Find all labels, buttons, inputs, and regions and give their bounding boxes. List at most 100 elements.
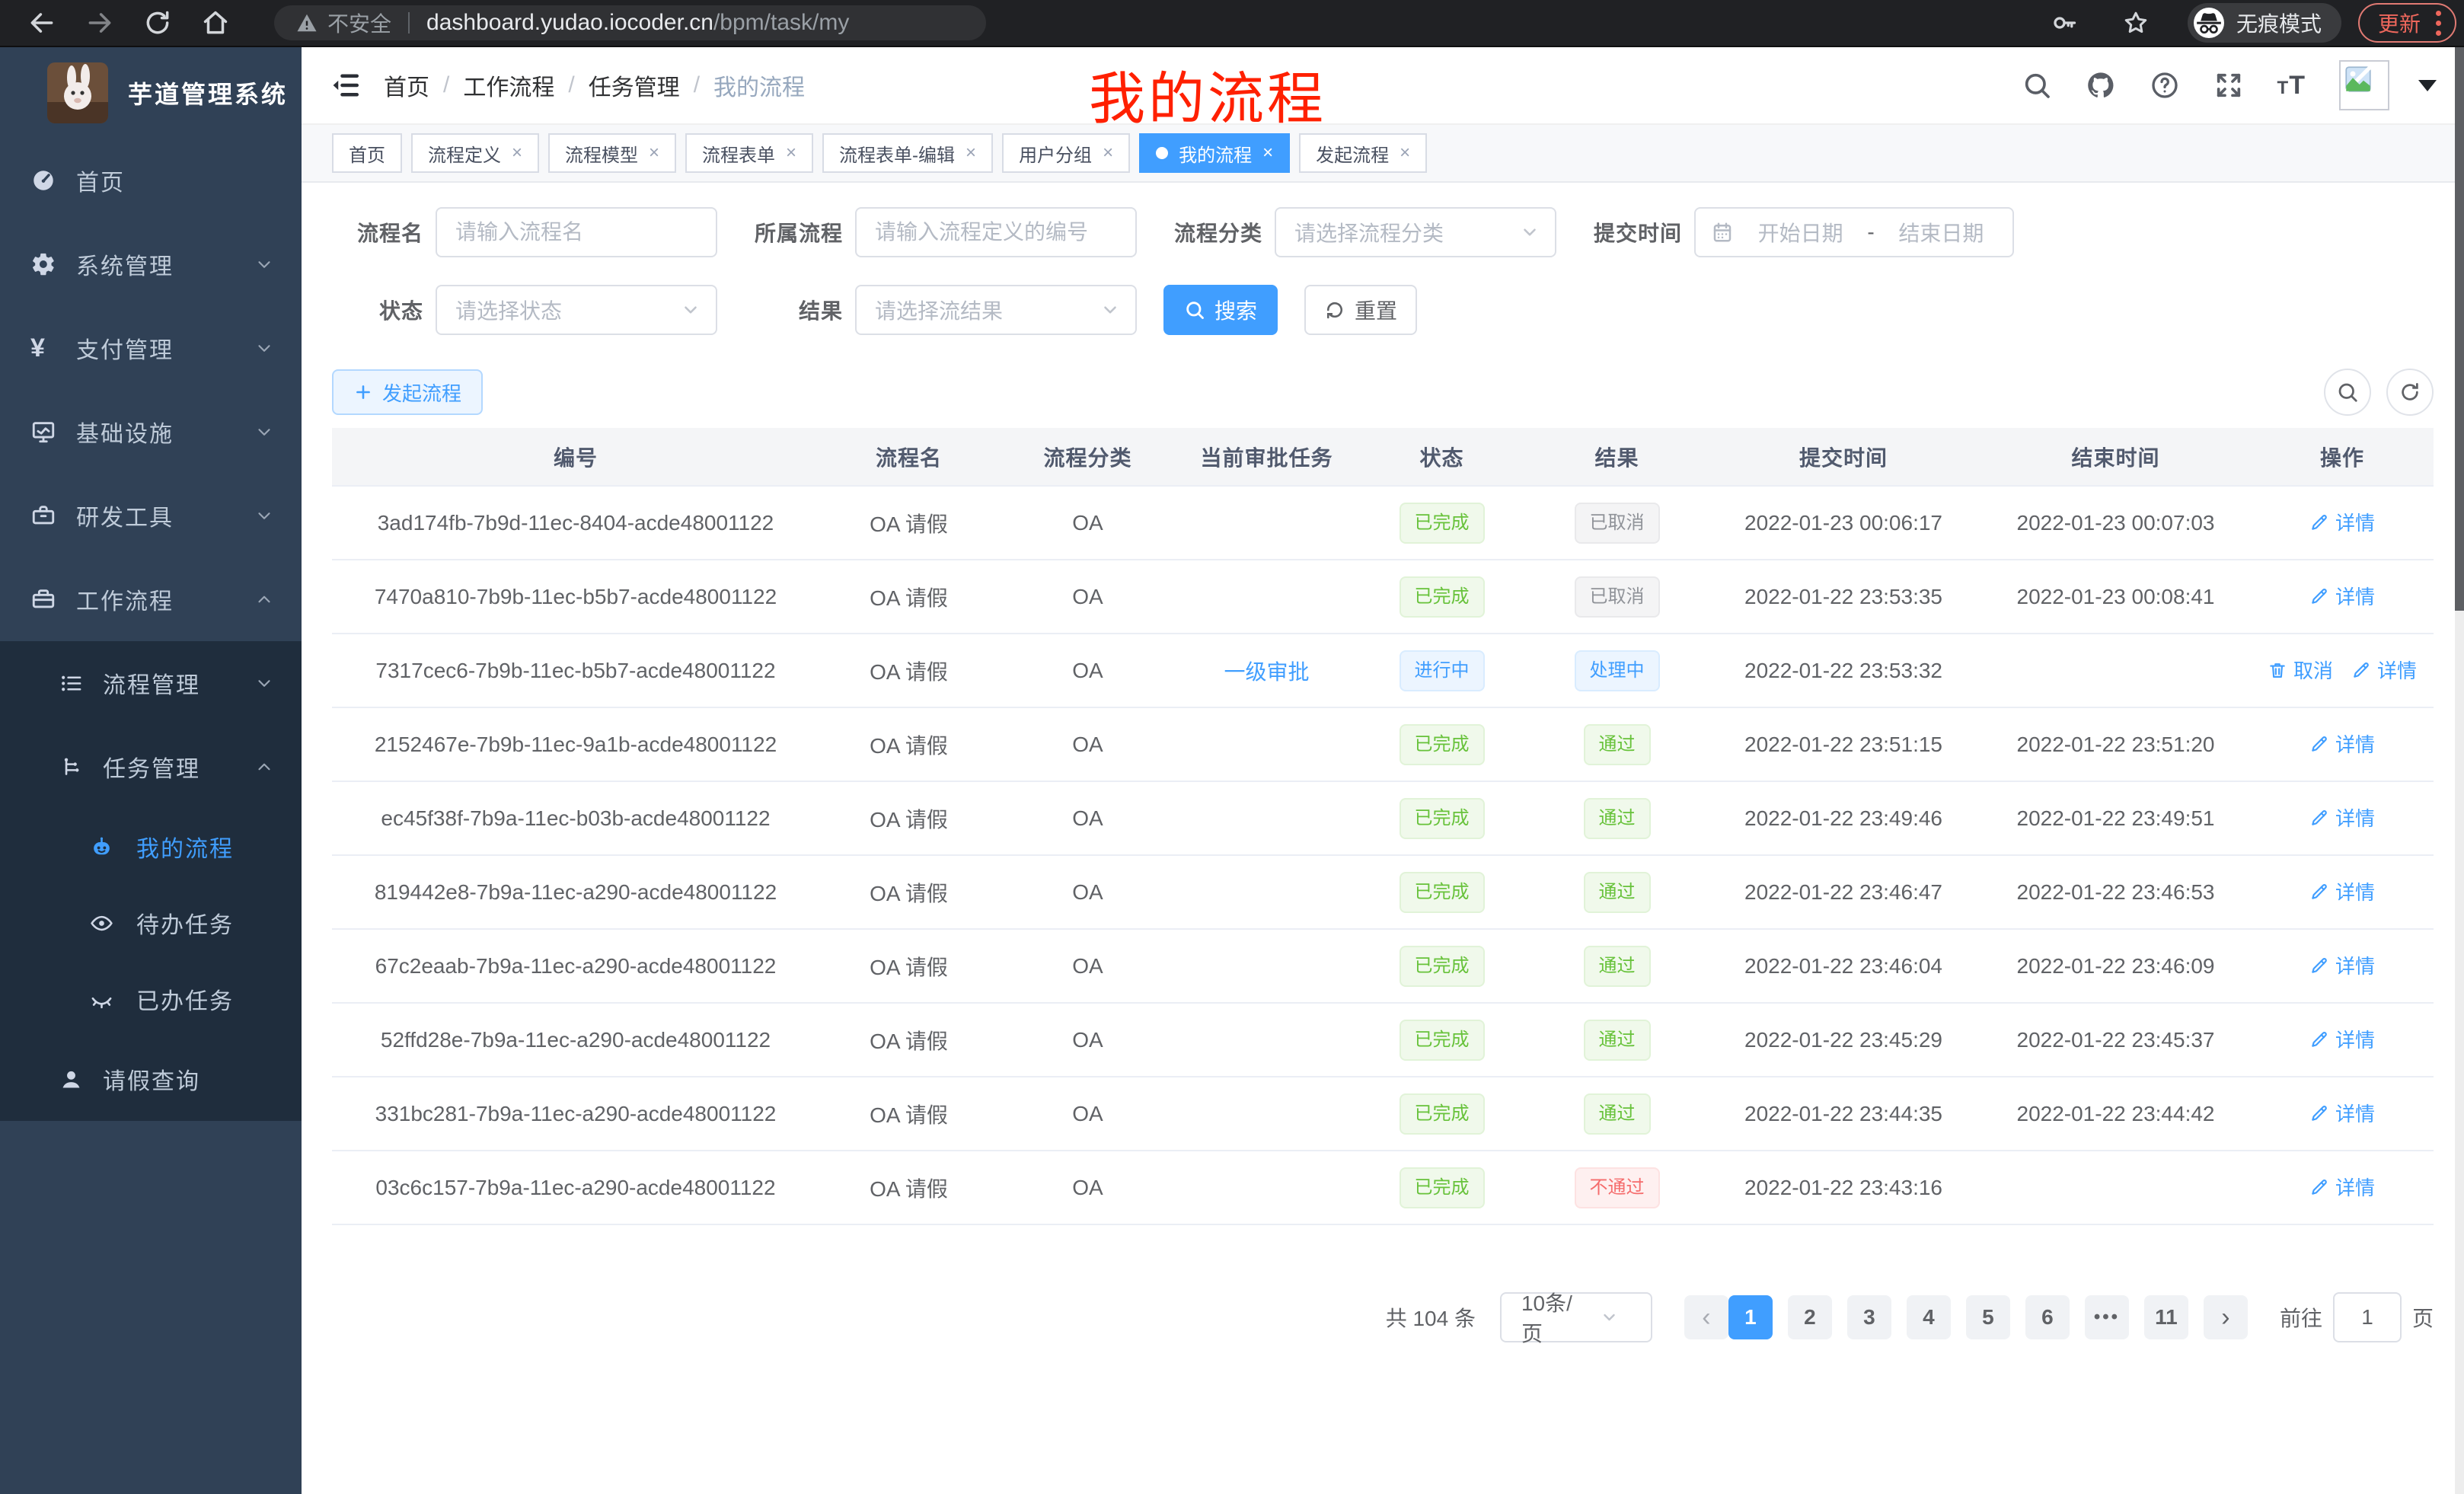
sidebar-item[interactable]: 基础设施 [0, 390, 302, 474]
back-icon[interactable] [27, 8, 56, 37]
fontsize-icon[interactable]: TT [2277, 71, 2306, 101]
show-search-button[interactable] [2324, 369, 2371, 416]
sidebar-subitem[interactable]: 我的流程 [0, 809, 302, 885]
tab[interactable]: 流程表单-编辑× [822, 133, 993, 173]
tab-close-icon[interactable]: × [1262, 144, 1273, 162]
url-path[interactable]: /bpm/task/my [713, 10, 849, 36]
page-button[interactable]: 4 [1907, 1295, 1951, 1339]
page-button[interactable]: 11 [2144, 1295, 2188, 1339]
tab-close-icon[interactable]: × [965, 144, 976, 162]
tab[interactable]: 首页 [332, 133, 402, 173]
tab[interactable]: 用户分组× [1002, 133, 1130, 173]
tab[interactable]: 发起流程× [1299, 133, 1427, 173]
sidebar-item[interactable]: 工作流程 [0, 557, 302, 641]
tab-close-icon[interactable]: × [1103, 144, 1113, 162]
create-process-button[interactable]: 发起流程 [332, 369, 483, 415]
action-detail-link[interactable]: 详情 [2351, 656, 2417, 684]
reload-icon[interactable] [143, 8, 172, 37]
sidebar-subitem[interactable]: 已办任务 [0, 961, 302, 1037]
page-button[interactable]: 2 [1788, 1295, 1832, 1339]
end-date-placeholder[interactable]: 结束日期 [1885, 217, 1997, 247]
tab[interactable]: 我的流程 × [1139, 133, 1290, 173]
help-icon[interactable] [2150, 70, 2180, 101]
tab[interactable]: 流程表单× [685, 133, 813, 173]
github-icon[interactable] [2086, 70, 2116, 101]
breadcrumb-item[interactable]: 工作流程 [463, 69, 554, 102]
sidebar-subitem[interactable]: 待办任务 [0, 885, 302, 961]
tab-label: 我的流程 [1179, 140, 1252, 167]
breadcrumb-item[interactable]: 我的流程 [713, 69, 805, 102]
breadcrumb-item[interactable]: 任务管理 [589, 69, 680, 102]
action-detail-link[interactable]: 详情 [2309, 1099, 2375, 1127]
action-detail-link[interactable]: 详情 [2309, 729, 2375, 758]
tab-close-icon[interactable]: × [512, 144, 522, 162]
home-icon[interactable] [201, 8, 230, 37]
key-icon[interactable] [2051, 9, 2078, 37]
action-detail-link[interactable]: 详情 [2309, 951, 2375, 979]
sidebar-subitem[interactable]: 请假查询 [0, 1037, 302, 1121]
scrollbar-thumb[interactable] [2455, 47, 2464, 611]
reset-button[interactable]: 重置 [1304, 285, 1417, 335]
url-host[interactable]: dashboard.yudao.iocoder.cn [426, 10, 713, 36]
chevron-down-icon [254, 506, 274, 525]
sidebar-item[interactable]: 研发工具 [0, 474, 302, 557]
status-select[interactable]: 请选择状态 [436, 285, 717, 335]
search-button[interactable]: 搜索 [1163, 285, 1278, 335]
tab[interactable]: 流程定义× [411, 133, 539, 173]
sidebar-fold-icon[interactable] [329, 69, 361, 101]
update-label[interactable]: 更新 [2378, 8, 2421, 38]
submit-time-range[interactable]: 开始日期 - 结束日期 [1694, 207, 2014, 257]
refresh-table-button[interactable] [2386, 369, 2434, 416]
scrollbar[interactable] [2455, 47, 2464, 1494]
sidebar-item[interactable]: 首页 [0, 139, 302, 222]
avatar[interactable] [2339, 60, 2389, 110]
goto-page-input[interactable] [2333, 1292, 2402, 1342]
tab-close-icon[interactable]: × [649, 144, 659, 162]
category-select[interactable]: 请选择流程分类 [1275, 207, 1556, 257]
result-select[interactable]: 请选择流结果 [855, 285, 1137, 335]
insecure-label[interactable]: 不安全 [327, 8, 391, 38]
sidebar-subitem[interactable]: 任务管理 [0, 725, 302, 809]
page-ellipsis[interactable]: ••• [2085, 1295, 2129, 1339]
action-detail-link[interactable]: 详情 [2309, 508, 2375, 536]
action-detail-link[interactable]: 详情 [2309, 1173, 2375, 1201]
action-detail-link[interactable]: 详情 [2309, 877, 2375, 905]
url-bar[interactable]: 不安全 dashboard.yudao.iocoder.cn/bpm/task/… [274, 5, 986, 40]
sidebar-item[interactable]: ¥支付管理 [0, 306, 302, 390]
action-cancel-link[interactable]: 取消 [2268, 656, 2333, 684]
breadcrumb-item[interactable]: 首页 [384, 69, 429, 102]
tab[interactable]: 流程模型× [548, 133, 676, 173]
search-icon[interactable] [2022, 70, 2052, 101]
sidebar-item[interactable]: 系统管理 [0, 222, 302, 306]
page-button[interactable]: 5 [1966, 1295, 2010, 1339]
page-size-select[interactable]: 10条/页 [1500, 1292, 1652, 1342]
page-button[interactable]: 1 [1728, 1295, 1773, 1339]
task-link[interactable]: 一级审批 [1224, 660, 1309, 684]
status-badge: 已完成 [1400, 872, 1485, 913]
goto-label: 前往 [2280, 1302, 2322, 1333]
breadcrumb-separator: / [443, 72, 449, 98]
update-button[interactable]: 更新 [2358, 3, 2456, 43]
process-name-input[interactable] [436, 207, 717, 257]
forward-icon[interactable] [85, 8, 114, 37]
page-list: 123456 ••• 11 [1728, 1295, 2188, 1339]
fullscreen-icon[interactable] [2213, 70, 2244, 101]
action-detail-link[interactable]: 详情 [2309, 803, 2375, 832]
yen-icon: ¥ [30, 335, 56, 361]
tab-close-icon[interactable]: × [1400, 144, 1410, 162]
start-date-placeholder[interactable]: 开始日期 [1744, 217, 1856, 247]
caret-down-icon[interactable] [2418, 80, 2437, 91]
action-detail-link[interactable]: 详情 [2309, 1025, 2375, 1053]
page-button[interactable]: 3 [1847, 1295, 1891, 1339]
logo-row[interactable]: 芋道管理系统 [0, 47, 302, 139]
page-next-button[interactable]: › [2204, 1295, 2248, 1339]
star-icon[interactable] [2122, 9, 2150, 37]
action-detail-link[interactable]: 详情 [2309, 582, 2375, 610]
page-button[interactable]: 6 [2025, 1295, 2070, 1339]
page-prev-button[interactable]: ‹ [1684, 1295, 1728, 1339]
tab-close-icon[interactable]: × [786, 144, 796, 162]
process-def-input[interactable] [855, 207, 1137, 257]
kebab-menu-icon[interactable] [2436, 11, 2441, 36]
sidebar-subitem[interactable]: 流程管理 [0, 641, 302, 725]
column-header: 流程名 [819, 428, 998, 486]
